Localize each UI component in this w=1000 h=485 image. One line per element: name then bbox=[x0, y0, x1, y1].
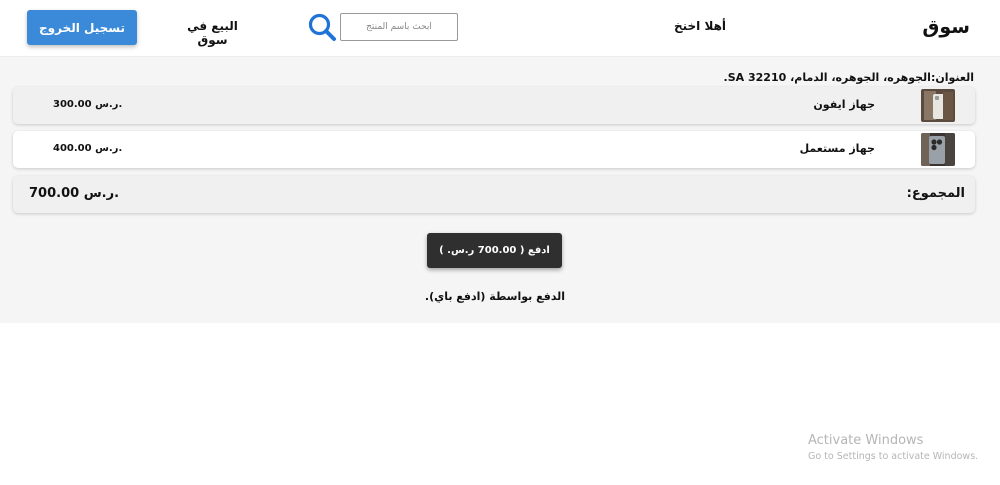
product-thumbnail-iphone[interactable] bbox=[921, 89, 955, 122]
logout-button[interactable]: تسجيل الخروج bbox=[27, 10, 137, 45]
item-name: جهاز مستعمل bbox=[799, 142, 875, 155]
item-price: 300.00 ر.س. bbox=[53, 99, 123, 110]
user-greeting: أهلا اخنخ bbox=[673, 19, 727, 33]
product-thumbnail-used-phone[interactable] bbox=[921, 133, 955, 166]
pay-button[interactable]: ادفع ( 700.00 ر.س. ) bbox=[427, 233, 562, 268]
cart-item: جهاز مستعمل 400.00 ر.س. bbox=[13, 131, 975, 168]
payment-method-note: الدفع بواسطة (ادفع باي). bbox=[424, 290, 566, 303]
total-label: المجموع: bbox=[906, 186, 965, 201]
shipping-address: العنوان:الجوهره، الجوهره، الدمام، 32210 … bbox=[723, 71, 974, 84]
cart-item: جهاز ايفون 300.00 ر.س. bbox=[13, 87, 975, 124]
item-price: 400.00 ر.س. bbox=[53, 143, 123, 154]
search-input[interactable] bbox=[340, 13, 458, 41]
search-icon[interactable] bbox=[307, 12, 337, 42]
sell-on-souq-link[interactable]: البيع في سوق bbox=[175, 19, 250, 47]
checkout-panel: العنوان:الجوهره، الجوهره، الدمام، 32210 … bbox=[0, 57, 1000, 323]
top-navbar: سوق أهلا اخنخ البيع في سوق تسجيل الخروج bbox=[0, 0, 1000, 57]
order-total-row: المجموع: 700.00 ر.س. bbox=[13, 176, 975, 213]
activate-windows-subtitle: Go to Settings to activate Windows. bbox=[808, 451, 979, 462]
total-value: 700.00 ر.س. bbox=[29, 186, 120, 201]
activate-windows-title: Activate Windows bbox=[808, 433, 924, 448]
brand-logo[interactable]: سوق bbox=[922, 16, 970, 38]
item-name: جهاز ايفون bbox=[813, 98, 875, 111]
